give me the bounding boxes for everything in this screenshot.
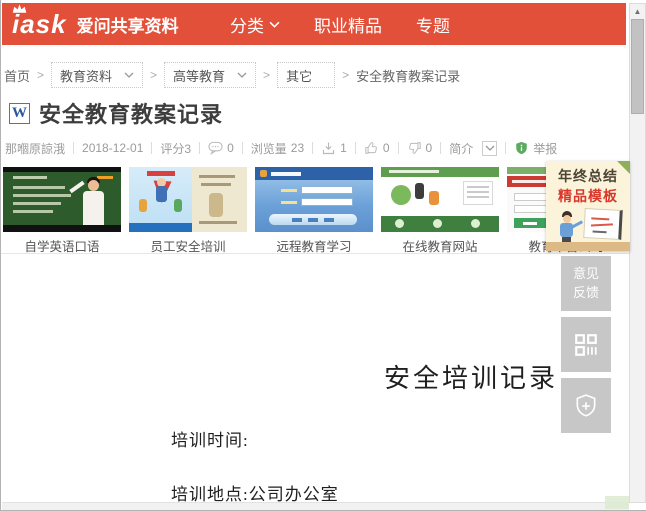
qr-code-icon [575,333,597,356]
horizontal-scrollbar[interactable] [2,502,629,510]
related-item-remote-learning[interactable]: 远程教育学习 [255,167,373,255]
author-name[interactable]: 那嗰原諒涐 [5,140,65,157]
views-count: 23 [290,141,305,155]
ad-line2: 精品模板 [558,188,618,204]
nav-category-label: 分类 [230,16,264,36]
intro-toggle[interactable]: 简介 [449,140,498,157]
nav-career-label: 职业精品 [314,16,382,36]
related-item-online-education[interactable]: 在线教育网站 [381,167,499,255]
scrollbar-thumb[interactable] [631,19,644,114]
intro-expand-button[interactable] [482,140,498,156]
document-preview: 安全培训记录 培训时间: 培训地点:公司办公室 [2,254,626,504]
title-row: W 安全教育教案记录 [9,97,223,129]
thumbnail-education-website [381,167,499,232]
meta-divider [73,142,75,154]
crown-icon [12,4,27,13]
ad-illustration [546,207,630,251]
page-title: 安全教育教案记录 [39,102,224,127]
thumbnail-chalkboard-lesson [3,167,121,232]
breadcrumb-current: 安全教育教案记录 [356,68,461,84]
downloads-count: 1 [340,141,347,155]
likes-count: 0 [382,141,390,155]
meta-divider [199,142,201,154]
doc-meta-row: 那嗰原諒涐 2018-12-01 评分3 0 浏览量 23 1 0 0 简介 举… [5,139,557,157]
chevron-down-icon [485,145,495,151]
qr-code-button[interactable] [561,317,611,372]
meta-divider [505,142,507,154]
nav-item-category[interactable]: 分类 [230,12,280,37]
meta-divider [241,142,243,154]
nav-topics-label: 专题 [416,16,450,36]
page: iask 爱问共享资料 分类 职业精品 专题 首页 > 教育资料 > 高等教育 [0,0,646,511]
breadcrumb-select-category[interactable]: 教育资料 [51,62,144,88]
vertical-scrollbar[interactable]: ▲ [629,3,646,503]
word-doc-icon: W [9,102,30,124]
chevron-down-icon [124,72,134,78]
downloads-stat[interactable]: 1 [321,141,347,155]
like-button[interactable]: 0 [364,141,390,155]
related-docs-strip: 自学英语口语 员工安全培训 远程教育学习 在线教育网站 [3,167,625,255]
logo-text: iask [12,9,67,39]
safety-shield-button[interactable] [561,378,611,433]
breadcrumb-separator: > [150,68,158,82]
breadcrumb-home-link[interactable]: 首页 [4,66,30,85]
related-item-english[interactable]: 自学英语口语 [3,167,121,255]
breadcrumb-select-subcategory[interactable]: 高等教育 [164,62,257,88]
nav-item-topics[interactable]: 专题 [416,12,450,37]
logo-suffix: 爱问共享资料 [76,17,179,37]
views-label: 浏览量 [250,141,287,156]
folded-corner-icon [617,161,630,174]
related-item-safety-training[interactable]: 员工安全培训 [129,167,247,255]
site-logo[interactable]: iask 爱问共享资料 [12,4,179,39]
rating-value: 评分3 [160,141,192,156]
breadcrumb-category-label: 教育资料 [60,68,113,84]
thumbnail-login-screen [255,167,373,232]
preview-line-time: 培训时间: [171,431,249,450]
floating-toolbar: 意见 反馈 [561,256,611,433]
promo-ad[interactable]: 年终总结 精品模板 [546,161,630,251]
feedback-label-line2: 反馈 [572,284,599,300]
scroll-up-button[interactable]: ▲ [630,4,645,19]
nav-item-career[interactable]: 职业精品 [314,12,382,37]
shield-icon [516,141,527,155]
breadcrumb-separator: > [37,68,45,82]
breadcrumb-subcategory-label: 高等教育 [173,68,226,84]
upload-date: 2018-12-01 [82,141,144,155]
breadcrumb-select-other[interactable]: 其它 [277,62,336,88]
top-header: iask 爱问共享资料 分类 职业精品 专题 [2,3,626,45]
chevron-down-icon [269,21,280,28]
shield-plus-icon [576,393,596,417]
preview-heading: 安全培训记录 [384,364,559,393]
thumb-up-icon [365,142,377,154]
breadcrumb: 首页 > 教育资料 > 高等教育 > 其它 > 安全教育教案记录 [4,58,460,92]
thumb-down-icon [408,142,421,154]
meta-divider [354,142,356,154]
main-nav: 分类 职业精品 专题 [230,3,450,45]
meta-divider [151,142,153,154]
scrollbar-corner [605,496,629,509]
thumbnail-safety-posters [129,167,247,232]
report-label: 举报 [533,141,558,156]
breadcrumb-separator: > [263,68,271,82]
dislike-button[interactable]: 0 [407,141,433,155]
comments-stat[interactable]: 0 [208,141,234,155]
report-button[interactable]: 举报 [514,140,557,157]
breadcrumb-separator: > [342,68,350,82]
comments-count: 0 [227,141,234,155]
views-stat: 浏览量 23 [251,140,304,157]
breadcrumb-other-label: 其它 [286,68,313,84]
comment-icon [208,141,223,155]
intro-label: 简介 [449,141,474,156]
meta-divider [312,142,314,154]
download-icon [323,142,335,155]
dislikes-count: 0 [425,141,433,155]
meta-divider [440,142,442,154]
meta-divider [397,142,399,154]
feedback-label-line1: 意见 [572,266,599,282]
feedback-button[interactable]: 意见 反馈 [561,256,611,311]
chevron-down-icon [237,72,247,78]
